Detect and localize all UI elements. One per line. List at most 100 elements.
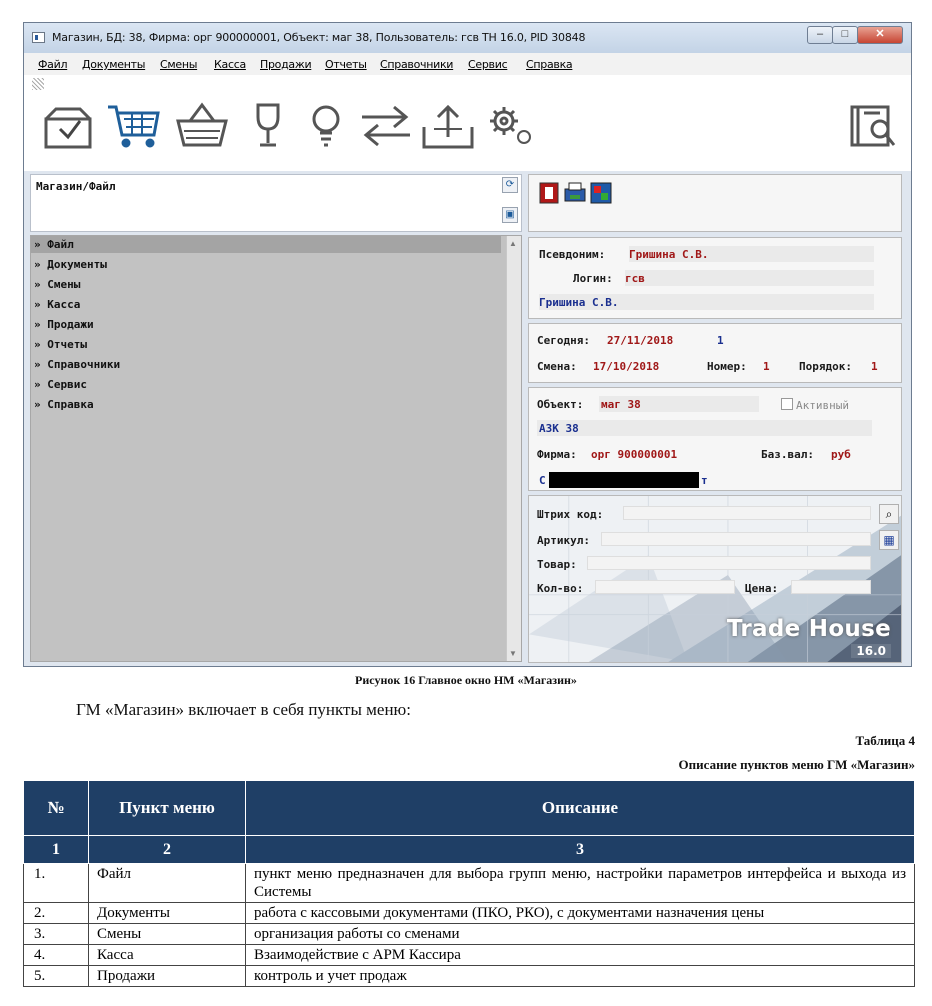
menu-service[interactable]: Сервис <box>468 58 508 71</box>
index-cell: 2 <box>88 835 246 864</box>
search-document-icon[interactable] <box>840 99 904 153</box>
today-value: 27/11/2018 <box>607 334 674 347</box>
lightbulb-icon[interactable] <box>294 99 358 153</box>
binoculars-icon[interactable]: ⌕ <box>879 504 899 524</box>
redaction-box <box>549 472 699 488</box>
toolbar <box>24 75 911 171</box>
menu-sales[interactable]: Продажи <box>260 58 312 71</box>
main-window: Магазин, БД: 38, Фирма: орг 900000001, О… <box>23 22 912 667</box>
barcode-input[interactable] <box>623 506 871 520</box>
exit-icon[interactable] <box>537 181 561 205</box>
table-row: 3. Смены организация работы со сменами <box>23 923 915 945</box>
upload-box-icon[interactable] <box>416 99 480 153</box>
login-value: гсв <box>625 272 645 285</box>
copy-icon[interactable]: ▣ <box>502 207 518 223</box>
gears-icon[interactable] <box>480 99 544 153</box>
table-number: Таблица 4 <box>855 733 915 748</box>
object-name: АЗК 38 <box>539 422 579 435</box>
login-field-bg <box>625 270 874 286</box>
currency-label: Баз.вал: <box>761 448 814 461</box>
alias-label: Псевдоним: <box>539 248 606 261</box>
firm-label: Фирма: <box>537 448 577 461</box>
title-bar[interactable]: Магазин, БД: 38, Фирма: орг 900000001, О… <box>24 23 911 53</box>
row-number: 2. <box>23 902 89 924</box>
row-number: 3. <box>23 923 89 945</box>
calendar-grid-icon[interactable]: ▦ <box>879 530 899 550</box>
tree-item-shifts[interactable]: » Смены <box>34 278 80 291</box>
object-name-field-bg <box>537 420 872 436</box>
quantity-input[interactable] <box>595 580 735 594</box>
tree-item-file[interactable]: » Файл <box>34 238 74 251</box>
user-full-name: Гришина С.В. <box>539 296 619 309</box>
open-box-icon[interactable] <box>36 99 100 153</box>
order-value: 1 <box>871 360 878 373</box>
today-label: Сегодня: <box>537 334 590 347</box>
login-label: Логин: <box>573 272 613 285</box>
wine-glass-icon[interactable] <box>236 99 300 153</box>
menu-help[interactable]: Справка <box>526 58 573 71</box>
minimize-button[interactable]: – <box>807 26 833 44</box>
row-description: пункт меню предназначен для выбора групп… <box>245 863 915 903</box>
menu-documents[interactable]: Документы <box>82 58 145 71</box>
table-row: 5. Продажи контроль и учет продаж <box>23 965 915 987</box>
redacted-suffix: т <box>701 474 708 487</box>
shopping-cart-icon[interactable] <box>102 99 166 153</box>
tree-item-cash[interactable]: » Касса <box>34 298 80 311</box>
menu-bar: Файл Документы Смены Касса Продажи Отчет… <box>24 53 911 76</box>
tree-item-sales[interactable]: » Продажи <box>34 318 94 331</box>
exchange-arrows-icon[interactable] <box>354 99 418 153</box>
date-panel: Сегодня: 27/11/2018 1 Смена: 17/10/2018 … <box>528 323 902 383</box>
close-button[interactable]: ✕ <box>857 26 903 44</box>
tree-item-reports[interactable]: » Отчеты <box>34 338 87 351</box>
shift-value: 17/10/2018 <box>593 360 660 373</box>
quantity-label: Кол-во: <box>537 582 584 595</box>
window-title: Магазин, БД: 38, Фирма: орг 900000001, О… <box>52 31 586 44</box>
product-input[interactable] <box>587 556 871 570</box>
print-icon[interactable] <box>563 181 587 205</box>
price-label: Цена: <box>745 582 779 595</box>
shift-list-icon[interactable]: 1 <box>717 334 724 347</box>
row-number: 1. <box>23 863 89 903</box>
product-label: Товар: <box>537 558 577 571</box>
menu-shifts[interactable]: Смены <box>160 58 197 71</box>
path-display: Магазин/Файл <box>30 174 522 232</box>
active-checkbox[interactable]: Активный <box>781 398 849 412</box>
menu-description-table: № Пункт меню Описание 1 2 3 1. Файл пунк… <box>23 780 915 987</box>
price-input[interactable] <box>791 580 871 594</box>
scroll-down-icon[interactable]: ▼ <box>509 649 517 658</box>
table-row: 1. Файл пункт меню предназначен для выбо… <box>23 863 915 903</box>
object-label: Объект: <box>537 398 584 411</box>
table-header-row: № Пункт меню Описание <box>23 780 915 836</box>
tree-item-service[interactable]: » Сервис <box>34 378 87 391</box>
refresh-icon[interactable]: ⟳ <box>502 177 518 193</box>
article-input[interactable] <box>601 532 871 546</box>
object-value: маг 38 <box>601 398 641 411</box>
row-description: организация работы со сменами <box>245 923 915 945</box>
alias-value: Гришина С.В. <box>629 248 709 261</box>
toolbar-grip[interactable] <box>32 78 44 90</box>
body-paragraph: ГМ «Магазин» включает в себя пункты меню… <box>76 700 411 719</box>
index-cell: 3 <box>245 835 915 864</box>
menu-reports[interactable]: Отчеты <box>325 58 367 71</box>
menu-file[interactable]: Файл <box>38 58 68 71</box>
tree-item-references[interactable]: » Справочники <box>34 358 120 371</box>
header-number: № <box>23 780 89 836</box>
table-caption: Описание пунктов меню ГМ «Магазин» <box>678 757 915 772</box>
number-label: Номер: <box>707 360 747 373</box>
menu-references[interactable]: Справочники <box>380 58 453 71</box>
settings-window-icon[interactable] <box>589 181 613 205</box>
quick-icons-panel <box>528 174 902 232</box>
tree-item-help[interactable]: » Справка <box>34 398 94 411</box>
basket-icon[interactable] <box>170 99 234 153</box>
menu-cash[interactable]: Касса <box>214 58 246 71</box>
shift-label: Смена: <box>537 360 577 373</box>
checkbox-icon[interactable] <box>781 398 793 410</box>
row-menu-item: Смены <box>88 923 246 945</box>
maximize-button[interactable]: □ <box>832 26 858 44</box>
scroll-up-icon[interactable]: ▲ <box>509 239 517 248</box>
user-panel: Псевдоним: Гришина С.В. Логин: гсв Гриши… <box>528 237 902 319</box>
tree-scrollbar[interactable]: ▲ ▼ <box>506 236 521 661</box>
redacted-prefix: С <box>539 474 546 487</box>
row-menu-item: Касса <box>88 944 246 966</box>
tree-item-documents[interactable]: » Документы <box>34 258 107 271</box>
